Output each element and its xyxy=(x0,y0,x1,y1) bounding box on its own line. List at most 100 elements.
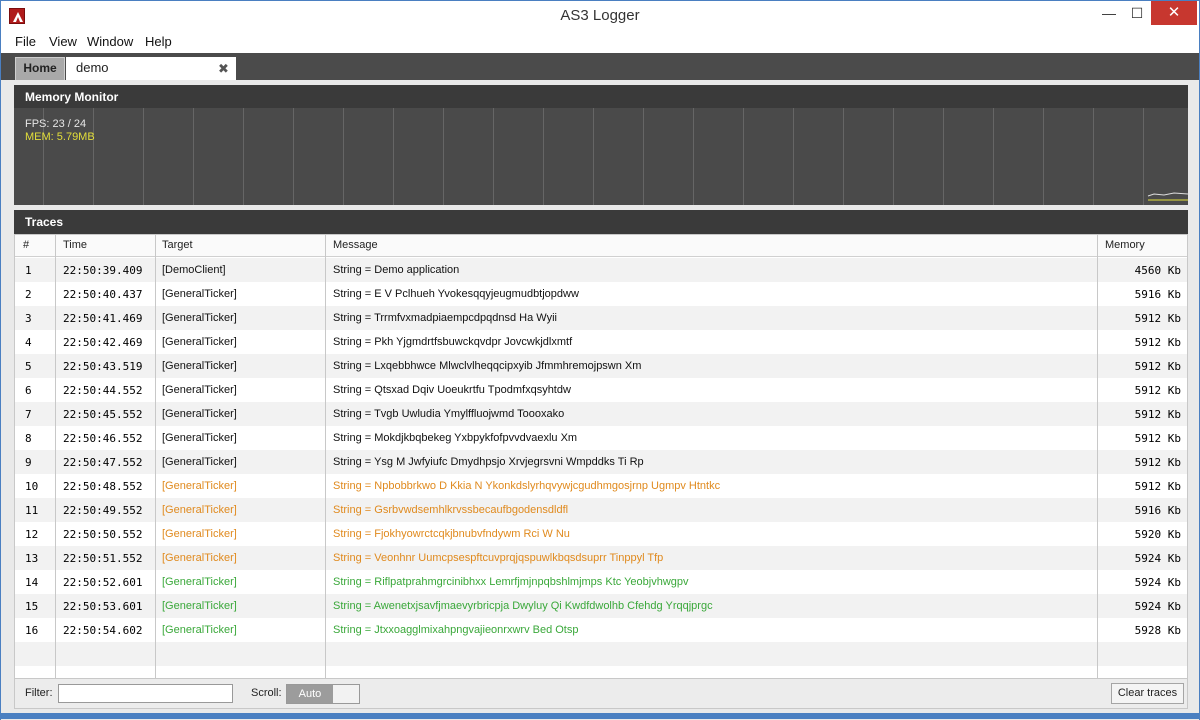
column-target[interactable]: Target xyxy=(162,239,193,251)
menu-window[interactable]: Window xyxy=(87,34,133,49)
row-message: String = Lxqebbhwce Mlwclvlheqqcipxyib J… xyxy=(333,360,642,372)
table-row[interactable]: 14 22:50:52.601 [GeneralTicker] String = Ri… xyxy=(15,570,1187,594)
row-memory: 5916 Kb xyxy=(1134,504,1181,517)
row-number: 11 xyxy=(25,504,39,517)
table-row[interactable]: 8 22:50:46.552 [GeneralTicker] String = Mok… xyxy=(15,426,1187,450)
row-time: 22:50:44.552 xyxy=(63,384,143,397)
row-target: [GeneralTicker] xyxy=(162,504,237,516)
row-number: 6 xyxy=(25,384,32,397)
row-time: 22:50:53.601 xyxy=(63,600,143,613)
table-row[interactable]: 6 22:50:44.552 [GeneralTicker] String = Qts… xyxy=(15,378,1187,402)
window-title: AS3 Logger xyxy=(560,7,640,24)
row-target: [GeneralTicker] xyxy=(162,432,237,444)
row-message: String = Gsrbvwdsemhlkrvssbecaufbgodensd… xyxy=(333,504,569,516)
traces-table: # Time Target Message Memory 1 22:50:39.4… xyxy=(14,234,1188,679)
row-time: 22:50:45.552 xyxy=(63,408,143,421)
row-message: String = Npbobbrkwo D Kkia N Ykonkdslyrh… xyxy=(333,480,721,492)
row-number: 10 xyxy=(25,480,39,493)
row-target: [GeneralTicker] xyxy=(162,600,237,612)
app-window: AS3 Logger — ☐ ✕ File View Window Help H… xyxy=(0,0,1200,720)
row-target: [GeneralTicker] xyxy=(162,312,237,324)
table-row[interactable]: 12 22:50:50.552 [GeneralTicker] String = Fj… xyxy=(15,522,1187,546)
scroll-toggle[interactable]: Auto xyxy=(286,684,360,704)
row-time: 22:50:43.519 xyxy=(63,360,143,373)
table-row[interactable]: 5 22:50:43.519 [GeneralTicker] String = Lxq… xyxy=(15,354,1187,378)
filter-input[interactable] xyxy=(58,684,233,703)
row-target: [GeneralTicker] xyxy=(162,576,237,588)
tab-demo[interactable]: demo ✖ xyxy=(66,57,236,80)
title-bar: AS3 Logger — ☐ ✕ xyxy=(1,1,1199,31)
table-row[interactable]: 11 22:50:49.552 [GeneralTicker] String = Gs… xyxy=(15,498,1187,522)
column-memory[interactable]: Memory xyxy=(1105,239,1145,251)
row-memory: 5912 Kb xyxy=(1134,384,1181,397)
row-message: String = Qtsxad Dqiv Uoeukrtfu Tpodmfxqs… xyxy=(333,384,571,396)
row-number: 12 xyxy=(25,528,39,541)
table-row[interactable]: 9 22:50:47.552 [GeneralTicker] String = Ysg… xyxy=(15,450,1187,474)
row-number: 5 xyxy=(25,360,32,373)
row-memory: 5912 Kb xyxy=(1134,312,1181,325)
menu-bar: File View Window Help xyxy=(1,31,1199,53)
tab-strip: Home demo ✖ xyxy=(1,53,1199,80)
row-memory: 5924 Kb xyxy=(1134,552,1181,565)
row-target: [GeneralTicker] xyxy=(162,552,237,564)
tab-home[interactable]: Home xyxy=(15,57,65,80)
maximize-button[interactable]: ☐ xyxy=(1123,1,1151,25)
scroll-label: Scroll: xyxy=(251,687,282,699)
menu-view[interactable]: View xyxy=(49,34,77,49)
table-row[interactable]: 2 22:50:40.437 [GeneralTicker] String = E V… xyxy=(15,282,1187,306)
row-message: String = Jtxxoagglmixahpngvajieonrxwrv B… xyxy=(333,624,579,636)
row-target: [GeneralTicker] xyxy=(162,456,237,468)
row-number: 14 xyxy=(25,576,39,589)
row-time: 22:50:49.552 xyxy=(63,504,143,517)
row-memory: 5912 Kb xyxy=(1134,432,1181,445)
row-time: 22:50:52.601 xyxy=(63,576,143,589)
row-target: [GeneralTicker] xyxy=(162,624,237,636)
memory-graph-lines xyxy=(1147,192,1188,201)
table-row[interactable]: 10 22:50:48.552 [GeneralTicker] String = Np… xyxy=(15,474,1187,498)
clear-traces-button[interactable]: Clear traces xyxy=(1111,683,1184,704)
row-time: 22:50:50.552 xyxy=(63,528,143,541)
close-button[interactable]: ✕ xyxy=(1151,1,1197,25)
row-message: String = Mokdjkbqbekeg Yxbpykfofpvvdvaex… xyxy=(333,432,578,444)
table-row[interactable]: 15 22:50:53.601 [GeneralTicker] String = Aw… xyxy=(15,594,1187,618)
row-memory: 5928 Kb xyxy=(1134,624,1181,637)
row-time: 22:50:46.552 xyxy=(63,432,143,445)
column-message[interactable]: Message xyxy=(333,239,378,251)
filter-label: Filter: xyxy=(25,687,53,699)
tab-close-icon[interactable]: ✖ xyxy=(218,61,229,77)
row-number: 13 xyxy=(25,552,39,565)
row-time: 22:50:41.469 xyxy=(63,312,143,325)
row-target: [GeneralTicker] xyxy=(162,528,237,540)
row-message: String = Tvgb Uwludia Ymylffluojwmd Tooo… xyxy=(333,408,565,420)
row-target: [GeneralTicker] xyxy=(162,288,237,300)
row-memory: 5912 Kb xyxy=(1134,480,1181,493)
menu-file[interactable]: File xyxy=(15,34,36,49)
table-row[interactable]: 16 22:50:54.602 [GeneralTicker] String = Jt… xyxy=(15,618,1187,642)
window-bottom-border xyxy=(1,713,1199,719)
tab-demo-label: demo xyxy=(76,60,109,75)
row-memory: 5924 Kb xyxy=(1134,600,1181,613)
row-time: 22:50:40.437 xyxy=(63,288,143,301)
table-row[interactable]: 3 22:50:41.469 [GeneralTicker] String = Trr… xyxy=(15,306,1187,330)
row-memory: 5912 Kb xyxy=(1134,336,1181,349)
row-memory: 5924 Kb xyxy=(1134,576,1181,589)
row-memory: 5912 Kb xyxy=(1134,408,1181,421)
row-target: [GeneralTicker] xyxy=(162,336,237,348)
row-message: String = Ysg M Jwfyiufc Dmydhpsjo Xrvjeg… xyxy=(333,456,644,468)
row-number: 7 xyxy=(25,408,32,421)
row-memory: 5912 Kb xyxy=(1134,456,1181,469)
column-time[interactable]: Time xyxy=(63,239,87,251)
memory-graph: FPS: 23 / 24 MEM: 5.79MB xyxy=(14,108,1188,205)
row-message: String = Demo application xyxy=(333,264,460,276)
table-row[interactable]: 13 22:50:51.552 [GeneralTicker] String = Ve… xyxy=(15,546,1187,570)
memory-monitor-header: Memory Monitor xyxy=(14,85,1188,109)
menu-help[interactable]: Help xyxy=(145,34,172,49)
table-row[interactable]: 1 22:50:39.409 [DemoClient] String = Demo a… xyxy=(15,258,1187,282)
table-row[interactable]: 4 22:50:42.469 [GeneralTicker] String = Pkh… xyxy=(15,330,1187,354)
row-target: [GeneralTicker] xyxy=(162,480,237,492)
column-number[interactable]: # xyxy=(23,239,29,251)
table-row[interactable]: 7 22:50:45.552 [GeneralTicker] String = Tvg… xyxy=(15,402,1187,426)
row-time: 22:50:47.552 xyxy=(63,456,143,469)
minimize-button[interactable]: — xyxy=(1095,1,1123,25)
row-number: 15 xyxy=(25,600,39,613)
